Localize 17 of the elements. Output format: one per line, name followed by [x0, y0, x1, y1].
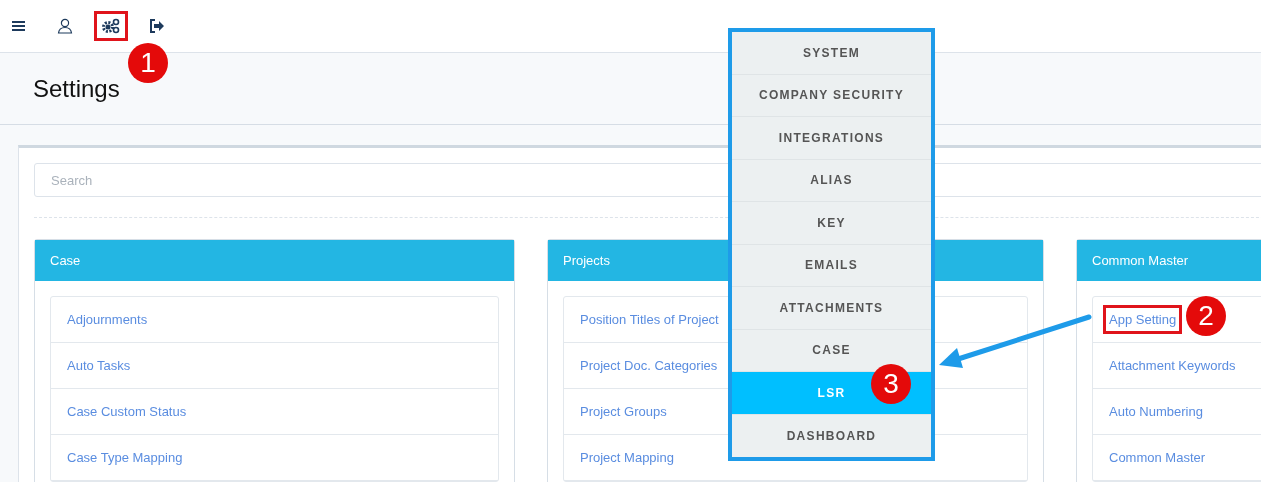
settings-link[interactable]: Project Groups [574, 397, 673, 426]
settings-link[interactable]: Auto Tasks [61, 351, 137, 380]
step-badge: 1 [128, 43, 168, 83]
settings-link[interactable]: Attachment Keywords [1103, 351, 1242, 380]
settings-link[interactable]: Auto Numbering [1103, 397, 1209, 426]
settings-link[interactable]: Position Titles of Project [574, 305, 725, 334]
settings-link[interactable]: Adjournments [61, 305, 154, 334]
settings-link[interactable]: App Setting [1103, 305, 1183, 334]
panel-header: Common Master [1077, 240, 1261, 281]
panel-header: Case [35, 240, 514, 281]
settings-link[interactable]: Common Master [1103, 443, 1212, 472]
settings-link[interactable]: Case Type Mapping [61, 443, 189, 472]
settings-link[interactable]: Case Custom Status [61, 397, 193, 426]
settings-link[interactable]: Project Mapping [574, 443, 680, 472]
settings-link[interactable]: Project Doc. Categories [574, 351, 724, 380]
settings-icon[interactable] [94, 11, 128, 41]
page-title: Settings [33, 74, 120, 103]
